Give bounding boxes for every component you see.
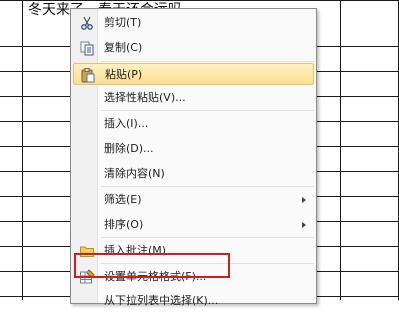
comment-icon (79, 243, 95, 259)
menu-item-insert[interactable]: 插入(I)... (73, 113, 314, 135)
grid-line (340, 0, 341, 300)
menu-item-format-cells[interactable]: 设置单元格格式(F)... (73, 266, 314, 288)
menu-item-label: 从下拉列表中选择(K)... (104, 294, 219, 307)
menu-separator (101, 61, 314, 62)
menu-item-label: 清除内容(N) (104, 167, 165, 180)
scissors-icon (79, 15, 95, 31)
menu-item-insert-comment[interactable]: 插入批注(M) (73, 240, 314, 262)
menu-item-label: 复制(C) (104, 41, 143, 54)
menu-item-label: 设置单元格格式(F)... (104, 270, 207, 283)
menu-item-label: 选择性粘贴(V)... (104, 91, 186, 104)
menu-item-label: 删除(D)... (104, 142, 154, 155)
menu-item-label: 粘贴(P) (105, 68, 143, 81)
menu-separator (101, 186, 314, 187)
context-menu: 剪切(T) 复制(C) 粘贴(P) 选择性粘贴(V)... 插入(I)... 删… (70, 8, 317, 307)
paste-icon (80, 67, 96, 83)
copy-icon (79, 40, 95, 56)
submenu-arrow-icon (302, 197, 306, 203)
menu-item-label: 排序(O) (104, 218, 144, 231)
menu-item-label: 剪切(T) (104, 16, 142, 29)
menu-item-paste-special[interactable]: 选择性粘贴(V)... (73, 87, 314, 109)
menu-item-sort[interactable]: 排序(O) (73, 214, 314, 236)
menu-item-filter[interactable]: 筛选(E) (73, 189, 314, 211)
menu-separator (101, 237, 314, 238)
submenu-arrow-icon (302, 222, 306, 228)
grid-line (22, 0, 23, 300)
menu-separator (101, 110, 314, 111)
menu-item-pick-from-dropdown[interactable]: 从下拉列表中选择(K)... (73, 290, 314, 312)
menu-item-clear-contents[interactable]: 清除内容(N) (73, 163, 314, 185)
menu-item-copy[interactable]: 复制(C) (73, 37, 314, 59)
menu-item-label: 筛选(E) (104, 193, 142, 206)
menu-separator (101, 263, 314, 264)
menu-item-paste[interactable]: 粘贴(P) (73, 63, 314, 85)
menu-item-label: 插入(I)... (104, 117, 149, 130)
menu-item-cut[interactable]: 剪切(T) (73, 12, 314, 34)
format-cells-icon (79, 269, 95, 285)
menu-item-label: 插入批注(M) (104, 244, 167, 257)
menu-item-delete[interactable]: 删除(D)... (73, 138, 314, 160)
